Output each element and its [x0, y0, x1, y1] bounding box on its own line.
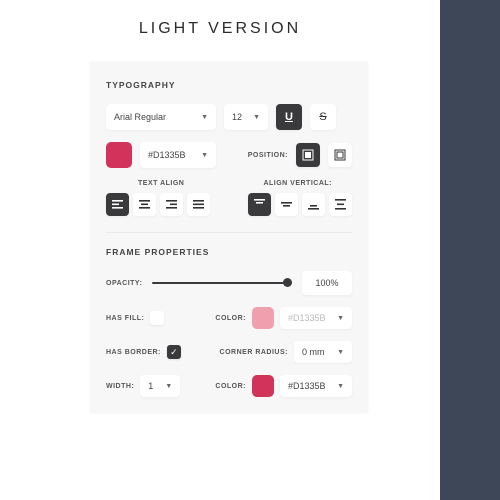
fill-color-hex: #D1335B: [288, 313, 326, 323]
opacity-value: 100%: [315, 278, 338, 288]
corner-radius-dropdown[interactable]: 0 mm ▼: [294, 341, 352, 363]
strikethrough-icon: S: [319, 111, 326, 123]
valign-stretch-button[interactable]: [329, 193, 352, 216]
text-color-hex: #D1335B: [148, 150, 186, 160]
font-family-dropdown[interactable]: Arial Regular ▼: [106, 104, 216, 130]
valign-middle-icon: [281, 199, 292, 210]
border-color-dropdown[interactable]: #D1335B ▼: [280, 375, 352, 397]
valign-top-icon: [254, 199, 265, 210]
corner-radius-value: 0 mm: [302, 347, 325, 357]
border-width-dropdown[interactable]: 1 ▼: [140, 375, 180, 397]
properties-panel: TYPOGRAPHY Arial Regular ▼ 12 ▼ U S #D13…: [90, 62, 368, 413]
valign-stretch-icon: [335, 199, 346, 210]
position-inside-button[interactable]: [296, 143, 320, 167]
chevron-down-icon: ▼: [165, 383, 172, 390]
check-icon: ✓: [170, 347, 178, 358]
page-title: LIGHT VERSION: [0, 0, 500, 38]
position-outside-button[interactable]: [328, 143, 352, 167]
chevron-down-icon: ▼: [337, 349, 344, 356]
side-stripe: [440, 0, 500, 500]
text-color-swatch[interactable]: [106, 142, 132, 168]
fill-color-dropdown[interactable]: #D1335B ▼: [280, 307, 352, 329]
border-color-label: COLOR:: [215, 383, 246, 390]
strikethrough-button[interactable]: S: [310, 104, 336, 130]
text-color-dropdown[interactable]: #D1335B ▼: [140, 142, 216, 168]
valign-bottom-icon: [308, 199, 319, 210]
opacity-slider-thumb[interactable]: [283, 278, 292, 287]
underline-icon: U: [285, 111, 293, 123]
vertical-align-group: [248, 193, 352, 216]
align-vertical-label: ALIGN VERTICAL:: [263, 180, 332, 187]
position-inside-icon: [302, 149, 314, 161]
valign-top-button[interactable]: [248, 193, 271, 216]
fill-color-label: COLOR:: [215, 315, 246, 322]
font-family-value: Arial Regular: [114, 112, 166, 122]
align-justify-icon: [193, 200, 204, 209]
underline-button[interactable]: U: [276, 104, 302, 130]
opacity-value-box[interactable]: 100%: [302, 271, 352, 295]
has-border-checkbox[interactable]: ✓: [167, 345, 181, 359]
chevron-down-icon: ▼: [201, 114, 208, 121]
fill-color-swatch[interactable]: [252, 307, 274, 329]
border-color-swatch[interactable]: [252, 375, 274, 397]
chevron-down-icon: ▼: [253, 114, 260, 121]
border-color-hex: #D1335B: [288, 381, 326, 391]
opacity-label: OPACITY:: [106, 280, 142, 287]
align-right-icon: [166, 200, 177, 209]
font-size-value: 12: [232, 112, 242, 122]
typography-section-title: TYPOGRAPHY: [106, 80, 352, 90]
valign-bottom-button[interactable]: [302, 193, 325, 216]
align-left-icon: [112, 200, 123, 209]
position-outside-icon: [334, 149, 346, 161]
section-divider: [106, 232, 352, 233]
align-justify-button[interactable]: [187, 193, 210, 216]
has-fill-checkbox[interactable]: [150, 311, 164, 325]
valign-middle-button[interactable]: [275, 193, 298, 216]
align-center-icon: [139, 200, 150, 209]
border-width-label: WIDTH:: [106, 383, 134, 390]
text-align-label: TEXT ALIGN: [138, 180, 184, 187]
align-left-button[interactable]: [106, 193, 129, 216]
chevron-down-icon: ▼: [201, 152, 208, 159]
frame-section-title: FRAME PROPERTIES: [106, 247, 352, 257]
chevron-down-icon: ▼: [337, 383, 344, 390]
position-label: POSITION:: [248, 152, 288, 159]
opacity-slider[interactable]: [152, 282, 292, 284]
align-center-button[interactable]: [133, 193, 156, 216]
text-align-group: [106, 193, 210, 216]
align-right-button[interactable]: [160, 193, 183, 216]
has-fill-label: HAS FILL:: [106, 315, 144, 322]
corner-radius-label: CORNER RADIUS:: [220, 349, 288, 356]
has-border-label: HAS BORDER:: [106, 349, 161, 356]
border-width-value: 1: [148, 381, 153, 391]
chevron-down-icon: ▼: [337, 315, 344, 322]
font-size-dropdown[interactable]: 12 ▼: [224, 104, 268, 130]
